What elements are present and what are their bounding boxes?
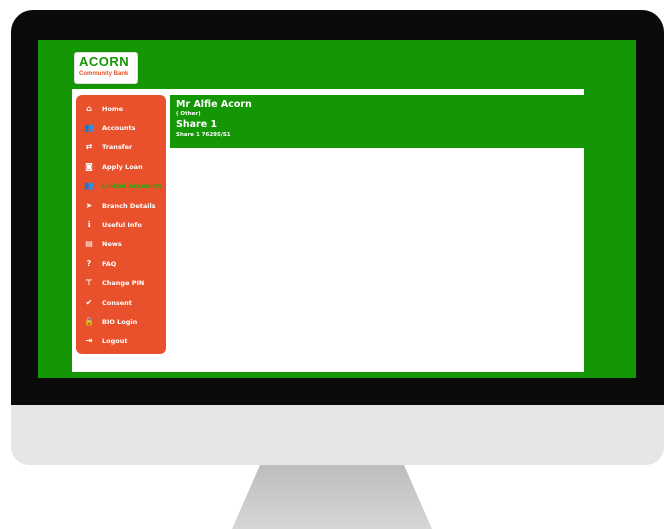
app-header: ACORN Community Bank [72,40,584,89]
sidebar-item-label: Home [102,104,124,113]
location-arrow-icon: ➤ [85,200,93,210]
sidebar-item-label: Useful Info [102,221,142,230]
pin-icon: ⊤ [85,278,93,288]
camera-icon: ◙ [85,161,93,171]
sidebar-item-consent[interactable]: ✔ Consent [76,293,166,312]
monitor-chin [11,405,664,465]
sidebar-item-label: Linked Accounts [102,182,162,191]
sidebar-item-logout[interactable]: ⇥ Logout [76,332,166,351]
transfer-icon: ⇄ [85,142,93,152]
sidebar-item-useful-info[interactable]: ℹ Useful Info [76,215,166,234]
sidebar-item-label: Apply Loan [102,162,143,171]
home-icon: ⌂ [86,103,92,113]
sidebar-item-label: News [102,240,122,249]
sidebar-item-faq[interactable]: ? FAQ [76,254,166,273]
sidebar-item-label: Branch Details [102,201,156,210]
acorn-logo[interactable]: ACORN Community Bank [74,52,138,84]
sidebar-item-branch-details[interactable]: ➤ Branch Details [76,196,166,215]
sidebar-item-transfer[interactable]: ⇄ Transfer [76,138,166,157]
news-icon: ▤ [85,239,93,249]
sidebar-item-label: BIO Login [102,317,138,326]
sidebar-item-label: Accounts [102,124,136,133]
sidebar-item-change-pin[interactable]: ⊤ Change PIN [76,274,166,293]
account-product-name: Share 1 [176,119,218,130]
logout-icon: ⇥ [85,336,93,346]
sidebar-item-label: FAQ [102,259,117,268]
sidebar-item-home[interactable]: ⌂ Home [76,99,166,118]
sidebar-item-apply-loan[interactable]: ◙ Apply Loan [76,157,166,176]
sidebar-item-label: Transfer [102,143,133,152]
sidebar-menu: ⌂ Home 👥 Accounts ⇄ Transfer ◙ Apply Loa… [76,95,166,354]
info-icon: ℹ [87,220,91,230]
sidebar-item-accounts[interactable]: 👥 Accounts [76,118,166,137]
lock-icon: 🔒 [84,316,94,326]
sidebar-item-label: Logout [102,337,128,346]
sidebar-item-bio-login[interactable]: 🔒 BIO Login [76,312,166,331]
check-circle-icon: ✔ [85,297,93,307]
monitor-stand [232,465,432,529]
sidebar-item-label: Change PIN [102,279,145,288]
sidebar-item-news[interactable]: ▤ News [76,235,166,254]
question-icon: ? [86,258,92,268]
linked-account-card[interactable]: Mr Alfie Acorn ( Other) Share 1 Share 1 … [170,95,584,148]
banking-app: ACORN Community Bank ⌂ Home 👥 Accounts ⇄… [72,40,584,372]
users-icon: 👥 [84,123,94,133]
account-number: Share 1 76295/S1 [176,132,231,138]
sidebar-item-linked-accounts[interactable]: 👥 Linked Accounts [76,177,166,196]
linked-users-icon: 👥 [84,181,94,191]
account-holder-name: Mr Alfie Acorn [176,99,252,110]
logo-wordmark: ACORN [79,54,130,69]
sidebar-item-label: Consent [102,298,132,307]
logo-tagline: Community Bank [79,71,129,77]
account-relationship: ( Other) [176,111,201,117]
